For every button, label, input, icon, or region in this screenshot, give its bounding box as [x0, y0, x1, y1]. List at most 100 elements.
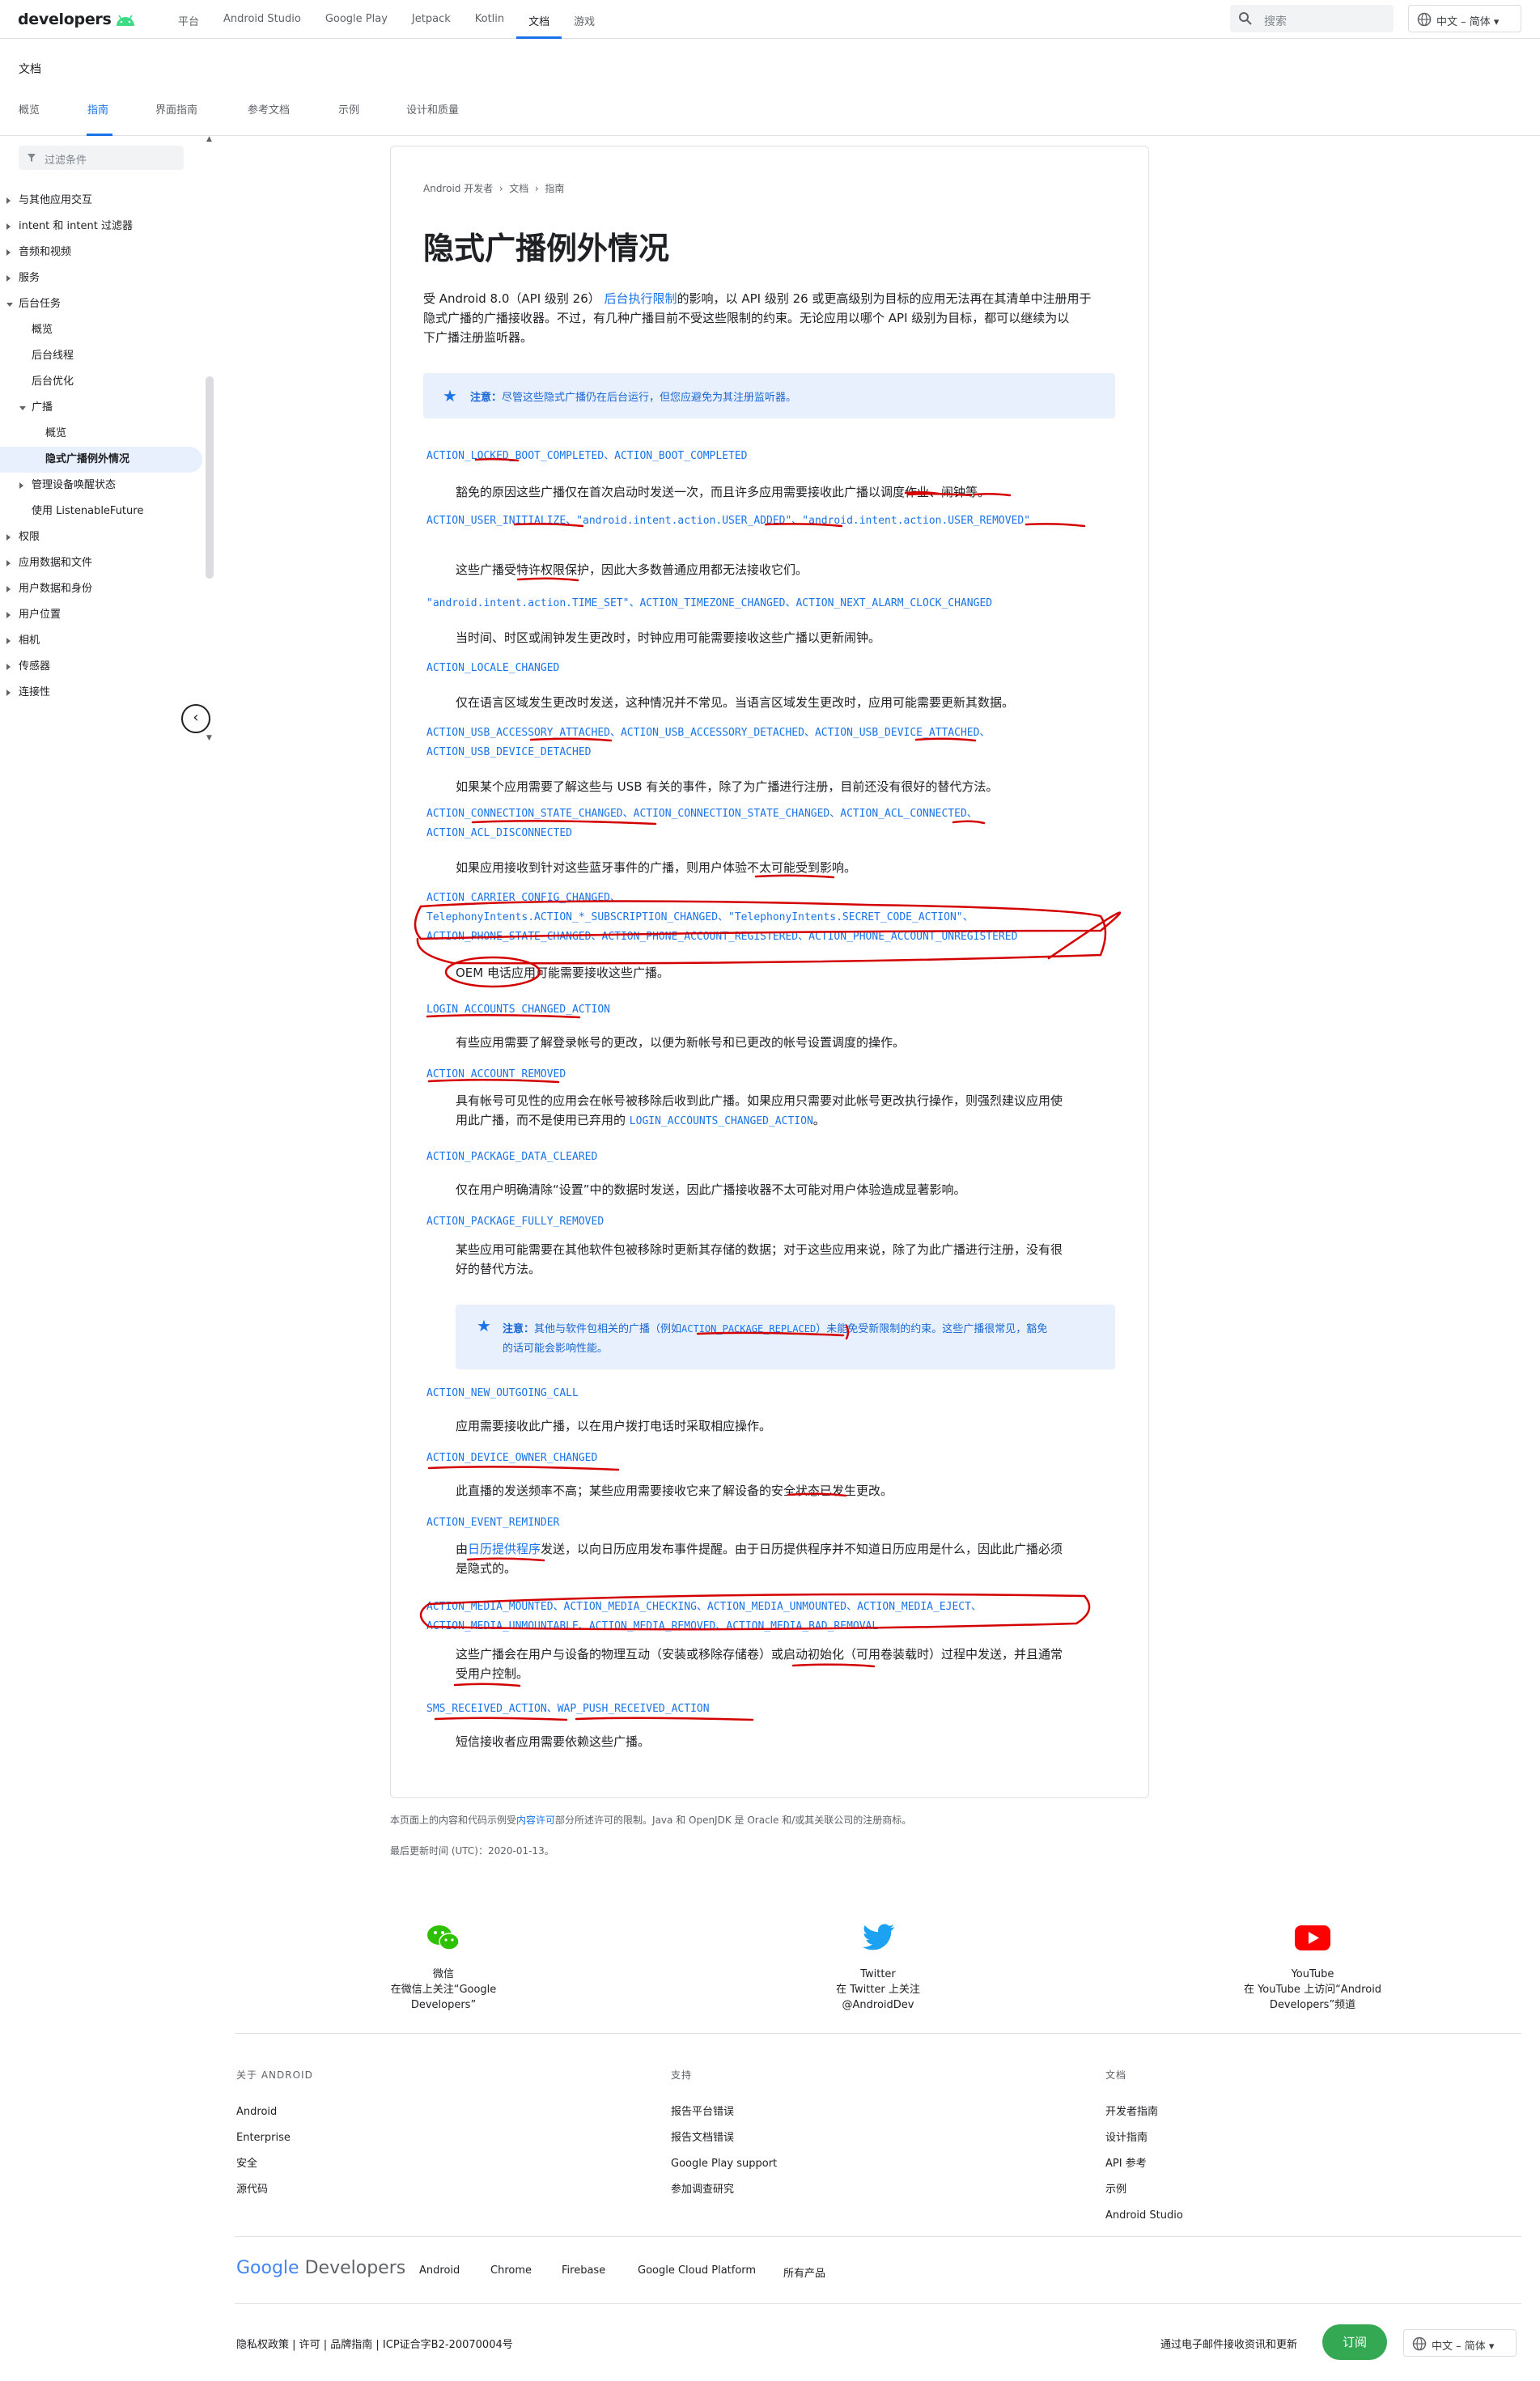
social-wechat[interactable]: 微信 在微信上关注“Google Developers”: [322, 1918, 565, 2013]
footer-link[interactable]: 报告文档错误: [671, 2125, 777, 2151]
chevron-right-icon[interactable]: [6, 612, 11, 618]
broadcast-codes[interactable]: ACTION_MEDIA_UNMOUNTABLE、ACTION_MEDIA_RE…: [426, 1617, 878, 1636]
broadcast-codes[interactable]: ACTION_USB_DEVICE_DETACHED: [426, 743, 592, 762]
broadcast-codes[interactable]: ACTION_PHONE_STATE_CHANGED、ACTION_PHONE_…: [426, 927, 1017, 947]
broadcast-codes[interactable]: ACTION_DEVICE_OWNER_CHANGED: [426, 1449, 597, 1468]
social-youtube[interactable]: YouTube 在 YouTube 上访问“Android Developers”…: [1191, 1918, 1434, 2013]
broadcast-codes[interactable]: ACTION_CONNECTION_STATE_CHANGED、ACTION_C…: [426, 804, 978, 824]
chevron-right-icon[interactable]: [6, 275, 11, 282]
broadcast-codes[interactable]: ACTION_NEW_OUTGOING_CALL: [426, 1384, 579, 1403]
footer-link[interactable]: Android: [236, 2099, 313, 2125]
background-limits-link[interactable]: 后台执行限制: [605, 291, 677, 306]
scroll-up-icon[interactable]: ▲: [206, 135, 212, 143]
chevron-right-icon[interactable]: [6, 534, 11, 541]
product-link[interactable]: Chrome: [490, 2264, 532, 2277]
tab-samples[interactable]: 示例: [338, 101, 359, 117]
nav-kotlin[interactable]: Kotlin: [463, 0, 516, 39]
footer-link[interactable]: 源代码: [236, 2177, 313, 2203]
chevron-right-icon[interactable]: [6, 664, 11, 670]
tab-reference[interactable]: 参考文档: [248, 101, 290, 117]
search-input[interactable]: 搜索: [1230, 5, 1394, 32]
tab-guides[interactable]: 指南: [87, 101, 108, 117]
nav-platform[interactable]: 平台: [166, 0, 211, 39]
breadcrumb-item[interactable]: 文档: [509, 183, 528, 194]
chevron-down-icon[interactable]: [19, 406, 26, 410]
chevron-right-icon[interactable]: [6, 560, 11, 567]
sidebar-item[interactable]: intent 和 intent 过滤器: [0, 214, 202, 240]
broadcast-codes[interactable]: ACTION_PACKAGE_FULLY_REMOVED: [426, 1212, 604, 1232]
chevron-right-icon[interactable]: [6, 638, 11, 644]
broadcast-codes[interactable]: ACTION_USB_ACCESSORY_ATTACHED、ACTION_USB…: [426, 724, 990, 743]
sidebar-item[interactable]: 服务: [0, 265, 202, 291]
footer-link[interactable]: Enterprise: [236, 2125, 313, 2151]
chevron-right-icon[interactable]: [6, 197, 11, 204]
chevron-right-icon[interactable]: [6, 223, 11, 230]
product-link[interactable]: Google Cloud Platform: [638, 2264, 756, 2277]
sidebar-item[interactable]: 广播: [0, 395, 202, 421]
broadcast-codes[interactable]: ACTION_EVENT_REMINDER: [426, 1513, 559, 1533]
broadcast-codes[interactable]: TelephonyIntents.ACTION_*_SUBSCRIPTION_C…: [426, 908, 974, 927]
scrollbar-thumb[interactable]: [206, 376, 214, 579]
sidebar-item[interactable]: 后台优化: [0, 369, 202, 395]
broadcast-codes[interactable]: ACTION_ACCOUNT_REMOVED: [426, 1065, 566, 1084]
sidebar-item[interactable]: 概览: [0, 421, 202, 447]
nav-google-play[interactable]: Google Play: [313, 0, 400, 39]
sidebar-item[interactable]: 用户数据和身份: [0, 576, 202, 602]
footer-link[interactable]: 参加调查研究: [671, 2177, 777, 2203]
language-select[interactable]: 中文 – 简体 ▾: [1408, 5, 1521, 32]
sidebar-item[interactable]: 连接性: [0, 680, 202, 706]
chevron-right-icon[interactable]: [19, 482, 23, 489]
package-replaced-link[interactable]: ACTION_PACKAGE_REPLACED: [681, 1323, 816, 1335]
footer-link[interactable]: 设计指南: [1105, 2125, 1183, 2151]
product-link[interactable]: Firebase: [562, 2264, 605, 2277]
sidebar-item[interactable]: 相机: [0, 628, 202, 654]
legal-links[interactable]: 隐私权政策 | 许可 | 品牌指南 | ICP证合字B2-20070004号: [236, 2336, 513, 2351]
subscribe-button[interactable]: 订阅: [1322, 2324, 1387, 2360]
tab-ui-guides[interactable]: 界面指南: [155, 101, 197, 117]
sidebar-item[interactable]: 后台线程: [0, 343, 202, 369]
chevron-down-icon[interactable]: [6, 303, 13, 307]
chevron-right-icon[interactable]: [6, 249, 11, 256]
sidebar-item[interactable]: 权限: [0, 524, 202, 550]
sidebar-item[interactable]: 使用 ListenableFuture: [0, 499, 202, 524]
product-link[interactable]: 所有产品: [783, 2264, 825, 2280]
filter-input[interactable]: 过滤条件: [19, 146, 184, 170]
nav-docs[interactable]: 文档: [516, 0, 562, 39]
nav-android-studio[interactable]: Android Studio: [211, 0, 313, 39]
collapse-sidebar-button[interactable]: ‹: [181, 704, 210, 733]
content-license-link[interactable]: 内容许可: [516, 1814, 555, 1826]
sidebar-item[interactable]: 后台任务: [0, 291, 202, 317]
chevron-right-icon[interactable]: [6, 690, 11, 696]
nav-jetpack[interactable]: Jetpack: [400, 0, 463, 39]
chevron-right-icon[interactable]: [6, 586, 11, 592]
sidebar-item[interactable]: 概览: [0, 317, 202, 343]
broadcast-codes[interactable]: ACTION_CARRIER_CONFIG_CHANGED、: [426, 889, 621, 908]
sidebar-scrollbar[interactable]: ▲ ▼: [204, 134, 215, 749]
footer-link[interactable]: Google Play support: [671, 2151, 777, 2177]
login-accounts-link[interactable]: LOGIN_ACCOUNTS_CHANGED_ACTION: [630, 1115, 813, 1127]
sidebar-item[interactable]: 与其他应用交互: [0, 188, 202, 214]
sidebar-item[interactable]: 隐式广播例外情况: [0, 447, 202, 473]
broadcast-codes[interactable]: ACTION_USER_INITIALIZE、"android.intent.a…: [426, 511, 1030, 531]
product-link[interactable]: Android: [419, 2264, 460, 2277]
language-select-footer[interactable]: 中文 – 简体 ▾: [1403, 2329, 1517, 2357]
sidebar-item[interactable]: 音频和视频: [0, 240, 202, 265]
sidebar-item[interactable]: 应用数据和文件: [0, 550, 202, 576]
broadcast-codes[interactable]: LOGIN_ACCOUNTS_CHANGED_ACTION: [426, 1000, 610, 1020]
tab-overview[interactable]: 概览: [19, 101, 40, 117]
broadcast-codes[interactable]: ACTION_ACL_DISCONNECTED: [426, 824, 572, 843]
footer-link[interactable]: API 参考: [1105, 2151, 1183, 2177]
footer-link[interactable]: 报告平台错误: [671, 2099, 777, 2125]
breadcrumb-item[interactable]: Android 开发者: [423, 183, 493, 194]
sidebar-item[interactable]: 用户位置: [0, 602, 202, 628]
broadcast-codes[interactable]: SMS_RECEIVED_ACTION、WAP_PUSH_RECEIVED_AC…: [426, 1700, 710, 1719]
developers-logo[interactable]: developers: [18, 11, 136, 28]
scroll-down-icon[interactable]: ▼: [206, 734, 212, 742]
sidebar-item[interactable]: 传感器: [0, 654, 202, 680]
breadcrumb-item[interactable]: 指南: [545, 183, 564, 194]
broadcast-codes[interactable]: ACTION_MEDIA_MOUNTED、ACTION_MEDIA_CHECKI…: [426, 1598, 982, 1617]
calendar-provider-link[interactable]: 日历提供程序: [468, 1542, 541, 1556]
footer-link[interactable]: 示例: [1105, 2177, 1183, 2203]
nav-games[interactable]: 游戏: [562, 0, 607, 39]
footer-link[interactable]: Android Studio: [1105, 2203, 1183, 2229]
